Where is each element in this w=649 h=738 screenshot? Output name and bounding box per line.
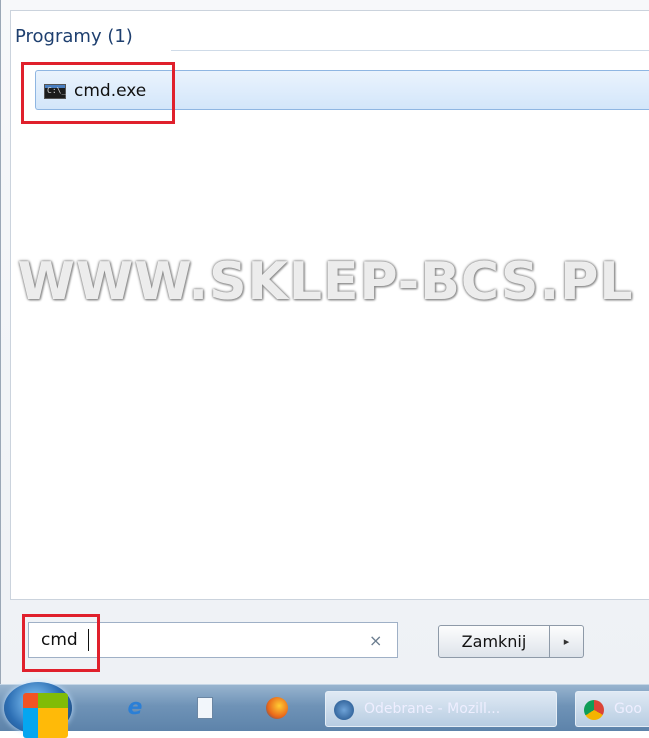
clear-search-icon[interactable]: ×	[369, 631, 382, 650]
red-highlight-box-result	[21, 62, 175, 124]
taskbar-task-thunderbird[interactable]: Odebrane - Mozill...	[325, 691, 557, 727]
group-divider	[171, 50, 649, 51]
internet-explorer-icon[interactable]: e	[120, 693, 150, 723]
start-button[interactable]	[4, 682, 72, 738]
start-menu: Programy (1) C:\_ cmd.exe WWW.SKLEP-BCS.…	[0, 0, 649, 684]
windows-logo-icon	[23, 693, 68, 738]
taskbar-task-label: Odebrane - Mozill...	[364, 701, 501, 717]
chrome-icon	[584, 700, 604, 720]
shutdown-options-arrow-icon[interactable]: ▸	[550, 625, 584, 658]
taskbar-task-label: Goo	[614, 701, 642, 717]
firefox-icon[interactable]	[262, 693, 292, 723]
taskbar-task-chrome[interactable]: Goo	[575, 691, 649, 727]
taskbar: e Odebrane - Mozill... Goo	[0, 682, 649, 738]
document-icon[interactable]	[190, 693, 220, 723]
red-highlight-box-search	[22, 614, 100, 672]
thunderbird-icon	[334, 700, 354, 720]
results-group-header[interactable]: Programy (1)	[15, 26, 133, 47]
shutdown-button[interactable]: Zamknij	[438, 625, 550, 658]
watermark-text: WWW.SKLEP-BCS.PL	[17, 252, 634, 312]
